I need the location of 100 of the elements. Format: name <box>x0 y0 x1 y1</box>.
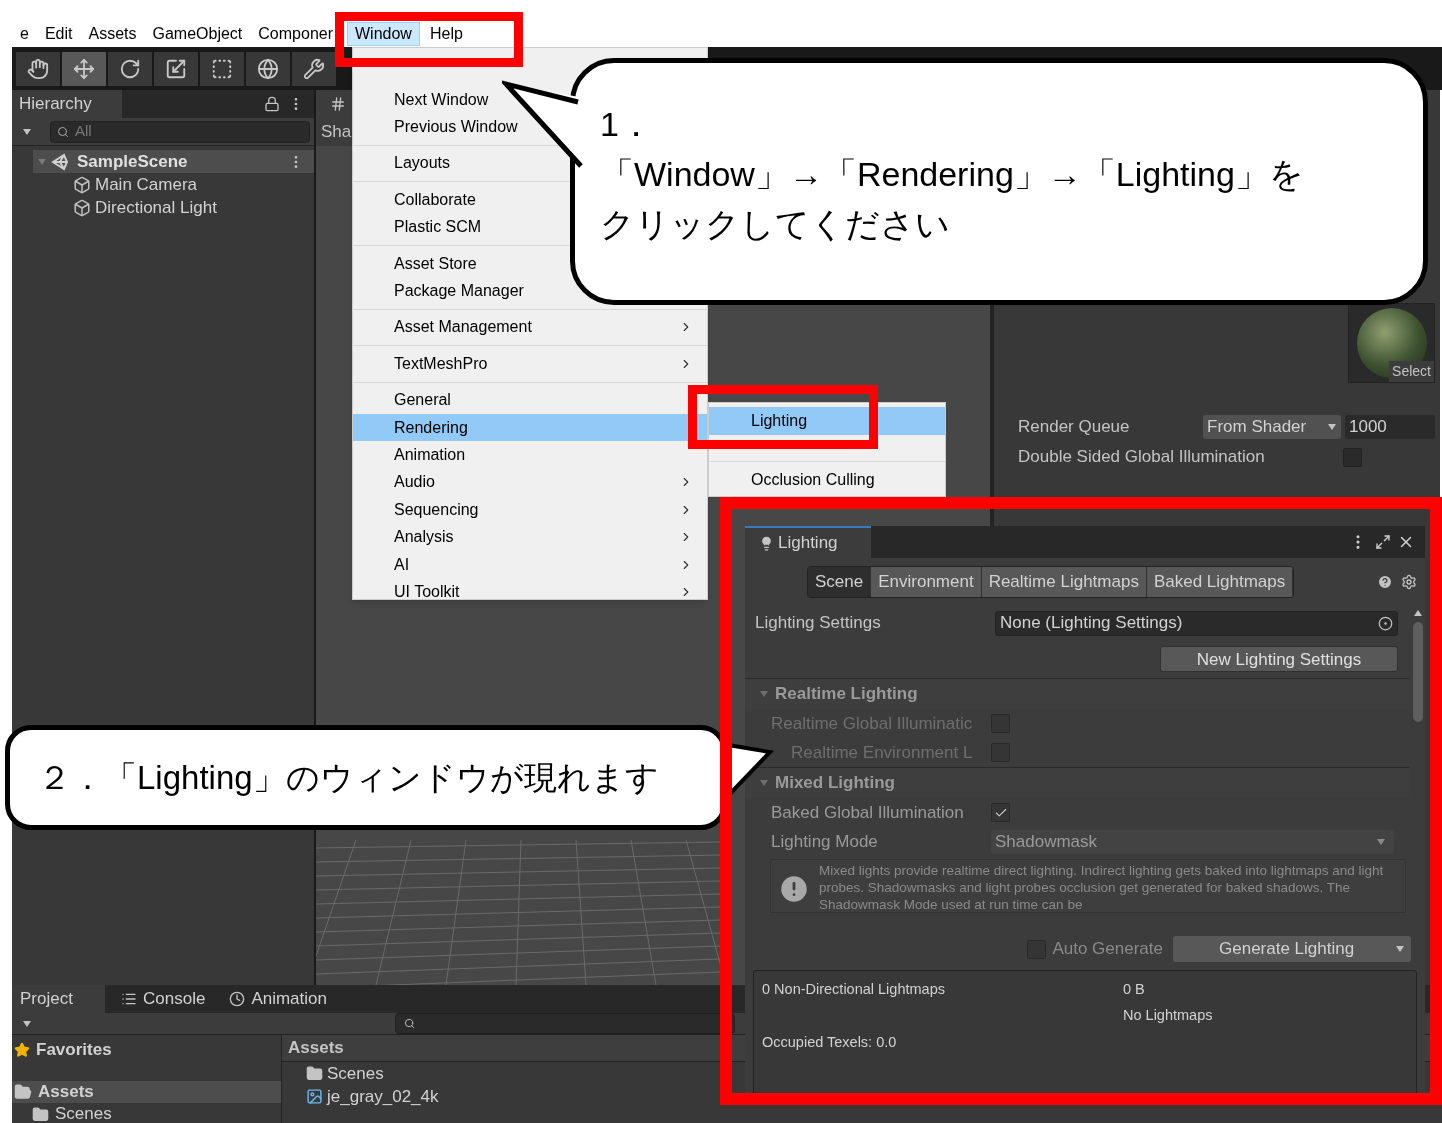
dashed-square-icon <box>211 57 233 80</box>
target-icon[interactable] <box>1378 615 1393 631</box>
breadcrumb[interactable]: Assets <box>288 1035 344 1061</box>
menu-item[interactable]: Lighting <box>709 407 945 435</box>
dropdown[interactable]: Shadowmask <box>991 829 1394 854</box>
stats-text: Occupied Texels: 0.0 <box>762 1033 897 1053</box>
scrollbar-thumb[interactable] <box>1413 622 1423 722</box>
menu-bar-item[interactable]: GameObject <box>144 22 251 45</box>
tool-button[interactable] <box>108 51 152 86</box>
move-icon <box>73 57 95 80</box>
scene-name: SampleScene <box>77 150 189 173</box>
dropdown[interactable]: From Shader <box>1203 415 1341 439</box>
panel-tab[interactable]: Console <box>113 985 214 1013</box>
menu-item[interactable]: Next Window <box>353 86 497 114</box>
grid-icon <box>330 96 346 112</box>
panel-tab[interactable]: Animation <box>221 985 335 1013</box>
menu-bar-item[interactable]: Window <box>347 21 420 46</box>
menu-item[interactable]: General <box>353 386 459 414</box>
search-field[interactable]: All <box>50 120 310 143</box>
texture-icon <box>306 1088 323 1105</box>
menu-item[interactable]: Collaborate <box>353 186 484 214</box>
field-label: Baked Global Illumination <box>770 801 965 824</box>
lock-icon[interactable] <box>264 96 280 112</box>
field-label: Render Queue <box>1018 416 1131 439</box>
scene-icon <box>51 152 69 171</box>
cube-icon <box>73 175 91 194</box>
menu-bar-item[interactable]: Assets <box>80 22 145 45</box>
tree-item[interactable]: Favorites <box>12 1039 281 1061</box>
tree-item[interactable]: Assets <box>12 1081 281 1103</box>
stats-text: No Lightmaps <box>1123 1006 1213 1026</box>
menu-item[interactable]: Audio <box>353 468 707 497</box>
expand-arrow-icon[interactable] <box>1376 836 1386 847</box>
wrench-icon <box>303 57 325 80</box>
tool-button[interactable] <box>292 51 336 86</box>
tool-button[interactable] <box>16 51 60 86</box>
expand-arrow-icon[interactable] <box>22 1018 32 1029</box>
help-icon[interactable] <box>1377 574 1393 590</box>
tool-button[interactable] <box>62 51 106 86</box>
checkbox-label: Auto Generate <box>1052 938 1163 961</box>
star-icon <box>14 1042 30 1058</box>
expand-arrow-icon[interactable] <box>1395 944 1405 954</box>
menu-bar-item[interactable]: Edit <box>36 22 81 45</box>
toolbar-label[interactable]: Sha <box>316 119 352 145</box>
tool-button[interactable] <box>246 51 290 86</box>
window-tab[interactable]: Lighting <box>745 526 871 558</box>
menu-item[interactable]: Asset Management <box>353 313 707 342</box>
globe-icon <box>257 57 279 80</box>
menu-item[interactable]: Animation <box>353 441 474 469</box>
expand-arrow-icon[interactable] <box>1327 422 1337 432</box>
rotate-icon <box>119 57 141 80</box>
folder-open-icon <box>14 1083 32 1101</box>
hierarchy-tab[interactable]: Hierarchy <box>12 90 122 118</box>
menu-bar-item[interactable]: e <box>12 22 37 45</box>
menu-item[interactable]: Previous Window <box>353 113 526 141</box>
menu-bar-item[interactable]: Help <box>421 22 471 45</box>
menu-item[interactable]: Plastic SCM <box>353 213 490 241</box>
asset-item[interactable]: Scenes <box>306 1062 384 1085</box>
checkbox[interactable] <box>991 803 1010 822</box>
tool-button[interactable] <box>200 51 244 86</box>
tree-item[interactable]: Scenes <box>12 1103 281 1123</box>
hierarchy-item[interactable]: Directional Light <box>33 196 314 219</box>
menu-item[interactable]: Layouts <box>353 149 459 178</box>
section-tab[interactable]: Baked Lightmaps <box>1146 567 1294 597</box>
search-icon <box>57 125 69 138</box>
help-text: Mixed lights provide realtime direct lighting. Indirect lighting gets baked into lightmaps and light probes. Shadowmasks and light probes occlusion get generated for baked shadows. The Shadowmask Mode used at run time can be <box>819 862 1385 912</box>
menu-item[interactable]: Rendering <box>353 413 707 442</box>
menu-item[interactable]: Asset Store <box>353 249 485 278</box>
tool-button[interactable] <box>154 51 198 86</box>
section-tab[interactable]: Realtime Lightmaps <box>981 567 1147 597</box>
section-tab[interactable]: Scene <box>808 567 872 597</box>
search-icon <box>404 1018 415 1029</box>
settings-icon[interactable] <box>1401 574 1417 590</box>
object-field[interactable]: None (Lighting Settings) <box>995 610 1398 636</box>
list-icon <box>121 991 137 1007</box>
new-settings-button[interactable]: New Lighting Settings <box>1160 646 1398 672</box>
menu-item[interactable]: Analysis <box>353 523 707 551</box>
section-tab[interactable]: Environment <box>871 567 982 597</box>
expand-arrow-icon[interactable] <box>1413 608 1423 618</box>
menu-bar-item[interactable]: Componer <box>250 22 341 45</box>
menu-item[interactable]: TextMeshPro <box>353 350 707 378</box>
callout-text: クリックしてください <box>600 204 950 245</box>
menu-item[interactable]: Occlusion Culling <box>709 466 945 494</box>
panel-tab[interactable]: Project <box>12 985 105 1013</box>
lightbulb-icon <box>759 535 774 551</box>
number-field[interactable]: 1000 <box>1345 415 1435 439</box>
asset-item[interactable]: je_gray_02_4k <box>306 1085 439 1108</box>
folder-icon <box>306 1065 323 1082</box>
callout-text: 1． <box>600 104 653 145</box>
menu-item[interactable]: Sequencing <box>353 496 707 524</box>
maximize-icon[interactable] <box>1375 534 1391 550</box>
menu-item[interactable]: Package Manager <box>353 277 532 305</box>
search-field[interactable] <box>395 1013 735 1034</box>
select-button[interactable]: Select <box>1389 361 1434 382</box>
menu-item[interactable]: UI Toolkit <box>353 578 707 606</box>
hierarchy-item[interactable]: Main Camera <box>33 173 314 196</box>
scene-row[interactable]: SampleScene <box>33 150 314 173</box>
generate-button[interactable]: Generate Lighting <box>1173 936 1411 962</box>
field-label: Double Sided Global Illumination <box>1018 446 1266 469</box>
menu-item[interactable]: AI <box>353 550 707 579</box>
expand-arrow-icon[interactable] <box>22 126 32 137</box>
